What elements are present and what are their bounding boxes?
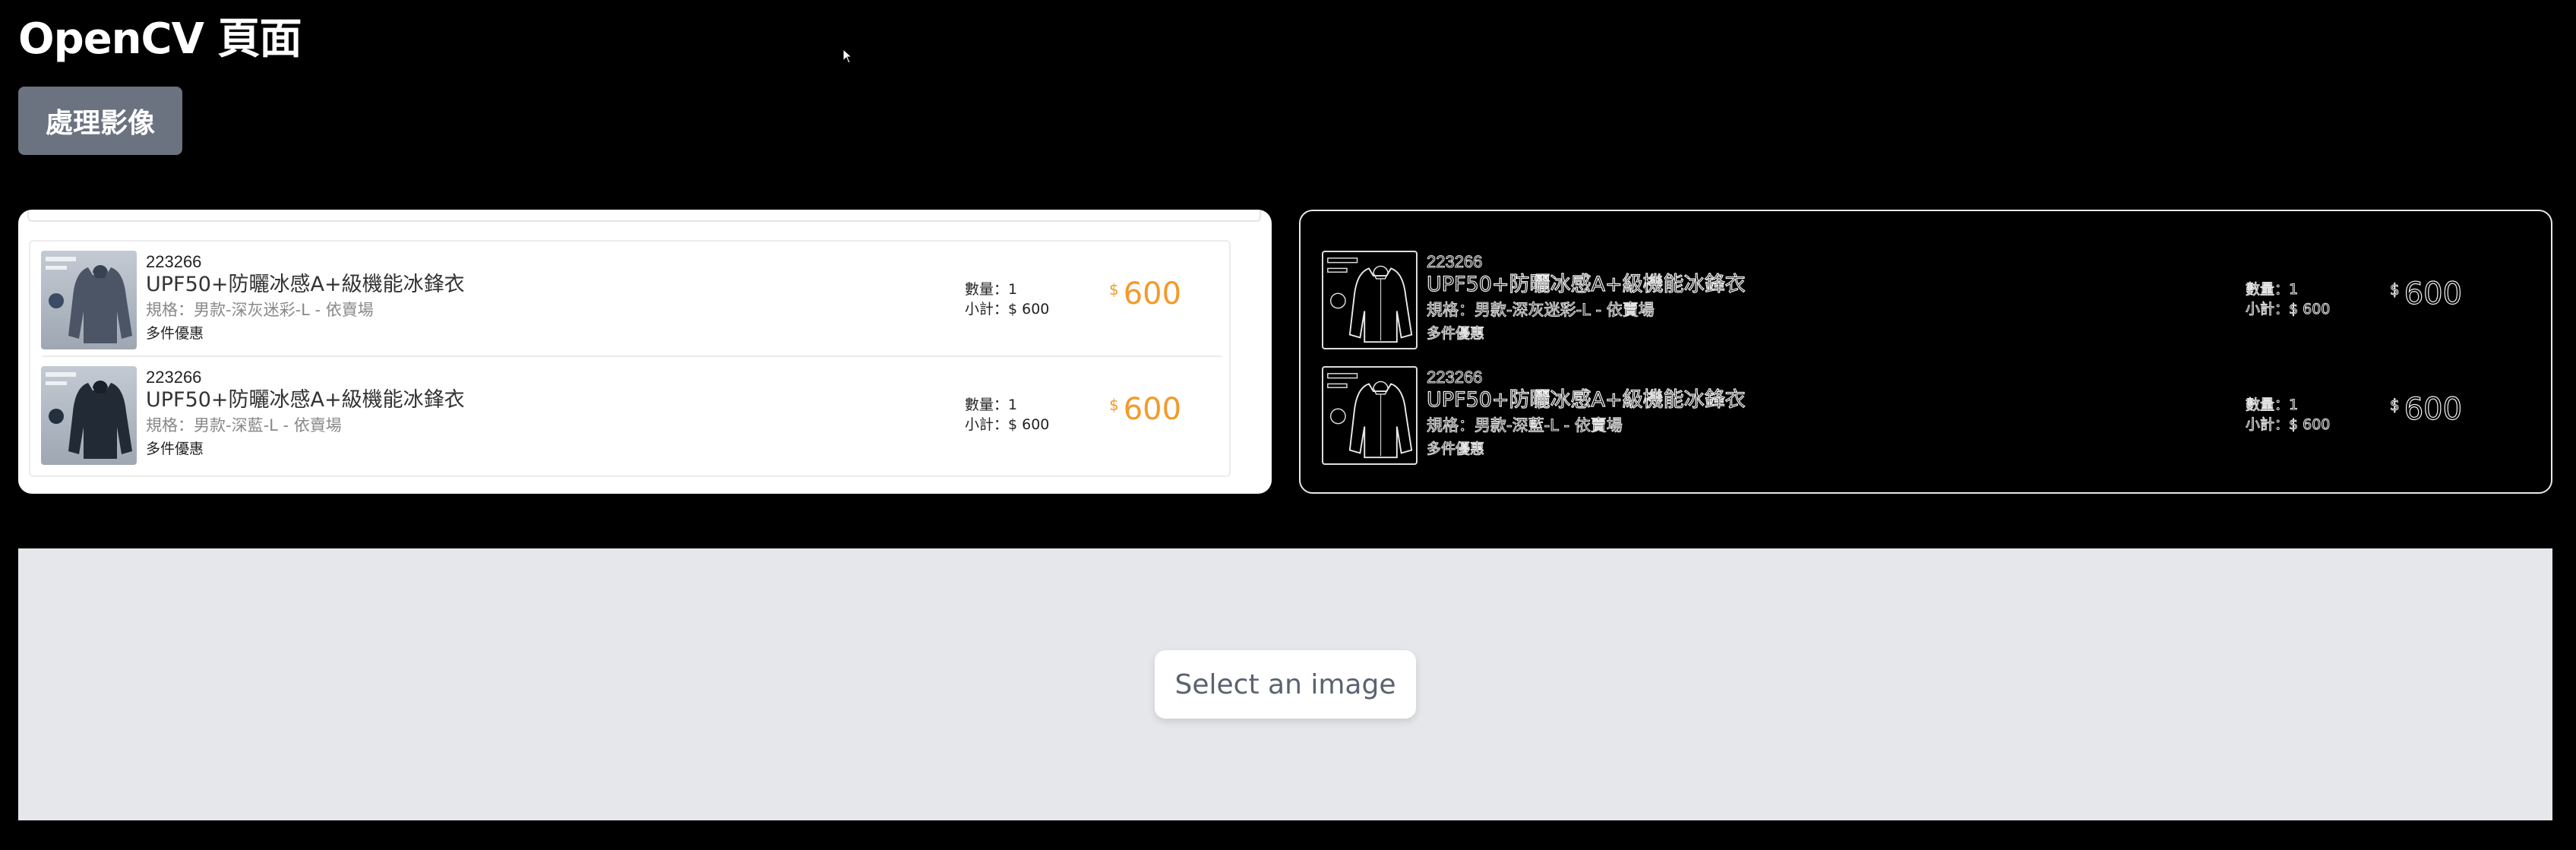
item-price: $600: [1109, 276, 1181, 311]
jacket-image-icon: [46, 257, 132, 343]
quantity-label: 數量：1: [2245, 397, 2299, 414]
promo-label: 多件優惠: [1427, 325, 1485, 343]
promo-label: 多件優惠: [1427, 441, 1485, 458]
cart-strip-above: [27, 210, 1261, 222]
product-sku: 223266: [1427, 252, 1483, 272]
product-spec: 規格：男款-深灰迷彩-L - 依賣場: [146, 301, 374, 319]
original-image: 223266 UPF50+防曬冰感A+級機能冰鋒衣 規格：男款-深灰迷彩-L -…: [18, 210, 1272, 494]
item-price: $600: [1109, 392, 1181, 427]
subtotal-label: 小計：$ 600: [965, 416, 1050, 433]
cart-item-list: 223266 UPF50+防曬冰感A+級機能冰鋒衣 規格：男款-深灰迷彩-L -…: [29, 240, 1231, 477]
select-image-button[interactable]: Select an image: [1155, 650, 1416, 719]
currency-symbol: $: [2390, 280, 2401, 299]
page-title: OpenCV 頁面: [18, 14, 302, 64]
price-amount: 600: [1123, 276, 1182, 311]
promo-label: 多件優惠: [146, 325, 204, 342]
product-name: UPF50+防曬冰感A+級機能冰鋒衣: [146, 388, 465, 412]
price-amount: 600: [1123, 392, 1182, 427]
currency-symbol: $: [2390, 396, 2401, 415]
cart-item: 223266 UPF50+防曬冰感A+級機能冰鋒衣 規格：男款-深灰迷彩-L -…: [30, 242, 1229, 357]
cart-item: 223266 UPF50+防曬冰感A+級機能冰鋒衣 規格：男款-深藍-L - 依…: [30, 357, 1229, 472]
cart-item: 223266 UPF50+防曬冰感A+級機能冰鋒衣 規格：男款-深藍-L - 依…: [1311, 357, 2510, 472]
subtotal-label: 小計：$ 600: [2245, 301, 2331, 318]
product-sku: 223266: [146, 368, 202, 387]
cart-item: 223266 UPF50+防曬冰感A+級機能冰鋒衣 規格：男款-深灰迷彩-L -…: [1311, 242, 2510, 357]
item-price: $600: [2390, 276, 2463, 311]
process-image-button[interactable]: 處理影像: [18, 87, 182, 155]
promo-label: 多件優惠: [146, 441, 204, 457]
currency-symbol: $: [1109, 280, 1119, 299]
price-amount: 600: [2404, 391, 2463, 427]
product-sku: 223266: [146, 252, 202, 271]
jacket-edges-icon: [1327, 373, 1413, 459]
mouse-cursor-icon: [842, 49, 853, 64]
image-upload-area[interactable]: Select an image: [18, 548, 2552, 820]
product-spec: 規格：男款-深藍-L - 依賣場: [1427, 416, 1623, 435]
jacket-edges-icon: [1327, 258, 1413, 343]
product-thumbnail: [41, 366, 137, 465]
quantity-label: 數量：1: [965, 397, 1018, 413]
subtotal-label: 小計：$ 600: [2245, 416, 2331, 434]
product-spec: 規格：男款-深藍-L - 依賣場: [146, 416, 342, 434]
cart-item-list: 223266 UPF50+防曬冰感A+級機能冰鋒衣 規格：男款-深灰迷彩-L -…: [1311, 242, 2510, 476]
product-name: UPF50+防曬冰感A+級機能冰鋒衣: [146, 273, 465, 296]
currency-symbol: $: [1109, 396, 1119, 414]
product-thumbnail: [41, 251, 137, 349]
processed-image: 223266 UPF50+防曬冰感A+級機能冰鋒衣 規格：男款-深灰迷彩-L -…: [1299, 210, 2552, 494]
product-name: UPF50+防曬冰感A+級機能冰鋒衣: [1426, 387, 1746, 412]
price-amount: 600: [2404, 276, 2463, 311]
product-spec: 規格：男款-深灰迷彩-L - 依賣場: [1427, 301, 1655, 320]
opencv-page: OpenCV 頁面 處理影像 223266 UPF50+防曬冰感A+級機能冰鋒衣…: [0, 0, 2576, 850]
product-sku: 223266: [1427, 368, 1483, 387]
item-price: $600: [2390, 391, 2463, 427]
quantity-label: 數量：1: [965, 281, 1018, 298]
product-thumbnail: [1322, 366, 1418, 465]
jacket-image-icon: [46, 372, 132, 459]
quantity-label: 數量：1: [2245, 281, 2299, 299]
product-name: UPF50+防曬冰感A+級機能冰鋒衣: [1426, 272, 1746, 296]
product-thumbnail: [1322, 251, 1418, 349]
subtotal-label: 小計：$ 600: [965, 301, 1050, 318]
